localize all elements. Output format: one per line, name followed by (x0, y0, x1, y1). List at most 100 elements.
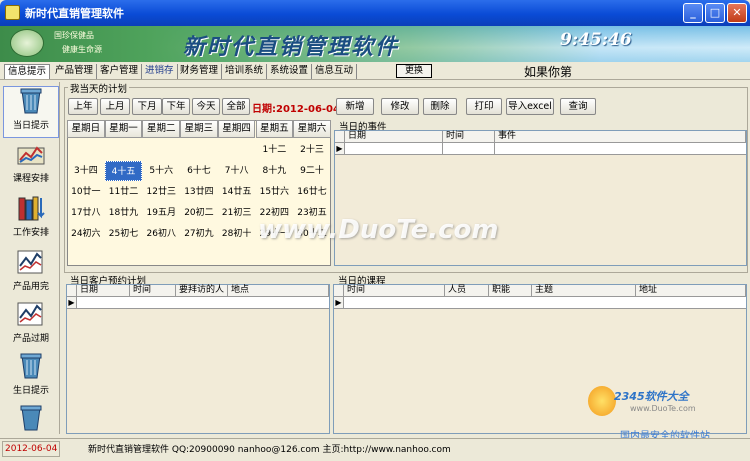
calendar-day-cell[interactable] (67, 140, 105, 160)
calendar-day-cell[interactable]: 18廿九 (105, 203, 143, 223)
calendar-day-cell[interactable] (218, 140, 256, 160)
calendar-day-cell[interactable]: 19五月 (142, 203, 180, 223)
prev-year-button[interactable]: 上年 (68, 98, 98, 115)
calendar-day-cell[interactable] (180, 140, 218, 160)
events-cell[interactable] (345, 143, 443, 155)
calendar-day-cell[interactable]: 25初七 (105, 224, 143, 244)
add-button[interactable]: 新增 (336, 98, 374, 115)
calendar-day-cell[interactable]: 20初二 (180, 203, 218, 223)
courses-col-staff[interactable]: 人员 (445, 285, 489, 297)
calendar-weekday-header: 星期五 (255, 120, 294, 138)
calendar-day-cell[interactable]: 27初九 (180, 224, 218, 244)
calendar-weekday-header: 星期二 (142, 120, 181, 138)
watermark-mascot-icon (588, 386, 616, 416)
courses-col-time[interactable]: 时间 (344, 285, 445, 297)
appt-col-time[interactable]: 时间 (130, 285, 176, 297)
edit-button[interactable]: 修改 (381, 98, 419, 115)
watermark-text: www.DuoTe.com (258, 215, 499, 245)
events-col-event[interactable]: 事件 (495, 131, 746, 143)
calendar-day-cell[interactable]: 7十八 (218, 161, 256, 181)
appt-col-date[interactable]: 日期 (77, 285, 130, 297)
calendar-day-cell[interactable]: 3十四 (67, 161, 105, 181)
calendar-day-cell[interactable]: 16廿七 (293, 182, 331, 202)
courses-col-topic[interactable]: 主题 (532, 285, 636, 297)
today-button[interactable]: 今天 (192, 98, 220, 115)
calendar-day-cell[interactable]: 13廿四 (180, 182, 218, 202)
prev-month-button[interactable]: 上月 (100, 98, 130, 115)
close-button[interactable]: ✕ (727, 3, 747, 23)
events-cell[interactable] (495, 143, 746, 155)
events-col-date[interactable]: 日期 (345, 131, 443, 143)
calendar-day-cell[interactable]: 8十九 (256, 161, 294, 181)
calendar-weekday-header: 星期日 (67, 120, 105, 138)
clipboard-graph-icon (17, 250, 43, 274)
calendar-day-cell[interactable]: 6十七 (180, 161, 218, 181)
sidebar-item-label: 当日提示 (12, 121, 49, 131)
tab-settings[interactable]: 系统设置 (267, 64, 313, 79)
sidebar-item-work[interactable]: 工作安排 (3, 194, 59, 246)
tab-interaction[interactable]: 信息互动 (312, 64, 358, 79)
minimize-button[interactable]: _ (683, 3, 703, 23)
calendar-day-cell[interactable]: 11廿二 (105, 182, 143, 202)
sidebar-item-label: 产品过期 (12, 334, 49, 344)
watermark-brand-url: www.DuoTe.com (630, 404, 696, 413)
maximize-button[interactable]: □ (705, 3, 725, 23)
calendar-day-cell[interactable]: 10廿一 (67, 182, 105, 202)
query-button[interactable]: 查询 (560, 98, 596, 115)
tab-training[interactable]: 培训系统 (222, 64, 268, 79)
calendar-day-cell[interactable]: 4十五 (104, 161, 143, 181)
tab-customers[interactable]: 客户管理 (97, 64, 143, 79)
calendar-day-cell[interactable] (105, 140, 143, 160)
clock: 9:45:46 (560, 30, 632, 50)
sidebar-item-birthday[interactable]: 生日提示 (3, 352, 59, 404)
all-button[interactable]: 全部 (222, 98, 250, 115)
appt-col-location[interactable]: 地点 (228, 285, 329, 297)
calendar-day-cell[interactable]: 2十三 (293, 140, 331, 160)
calendar-day-cell[interactable]: 5十六 (142, 161, 180, 181)
sidebar-item-product-used[interactable]: 产品用完 (3, 248, 59, 300)
change-button[interactable]: 更换 (396, 64, 432, 78)
plan-group-label: 我当天的计划 (68, 81, 130, 95)
events-cell[interactable] (443, 143, 495, 155)
calendar-day-cell[interactable]: 1十二 (256, 140, 294, 160)
calendar-day-cell[interactable] (142, 140, 180, 160)
row-indicator (67, 285, 77, 297)
import-excel-button[interactable]: 导入excel (506, 98, 554, 115)
tab-inventory[interactable]: 进销存 (142, 64, 178, 79)
tab-products[interactable]: 产品管理 (52, 64, 98, 79)
appt-col-visitee[interactable]: 要拜访的人 (176, 285, 228, 297)
calendar-weekday-header: 星期三 (180, 120, 218, 138)
tab-info[interactable]: 信息提示 (4, 64, 51, 79)
sidebar-item-courses[interactable]: 课程安排 (3, 140, 59, 192)
calendar-day-cell[interactable]: 21初三 (218, 203, 256, 223)
trash-can-icon (20, 353, 42, 379)
calendar-day-cell[interactable]: 24初六 (67, 224, 105, 244)
appt-row[interactable] (77, 297, 329, 309)
calendar-weekday-header: 星期四 (217, 120, 256, 138)
courses-col-role[interactable]: 职能 (489, 285, 532, 297)
calendar-day-cell[interactable]: 26初八 (142, 224, 180, 244)
courses-row[interactable] (344, 297, 746, 309)
calendar-weekday-header: 星期一 (104, 120, 143, 138)
sidebar-item-label: 产品用完 (12, 282, 49, 292)
calendar-day-cell[interactable]: 12廿三 (142, 182, 180, 202)
tab-finance[interactable]: 财务管理 (177, 64, 223, 79)
banner-title: 新时代直销管理软件 (183, 34, 400, 60)
row-pointer-icon: ▶ (334, 297, 344, 309)
row-indicator (334, 285, 344, 297)
print-button[interactable]: 打印 (466, 98, 502, 115)
delete-button[interactable]: 删除 (423, 98, 457, 115)
next-year-button[interactable]: 下年 (162, 98, 190, 115)
status-date: 2012-06-04 (2, 441, 60, 457)
sidebar-item-product-expired[interactable]: 产品过期 (3, 300, 59, 352)
calendar-day-cell[interactable]: 15廿六 (256, 182, 294, 202)
calendar-day-cell[interactable]: 9二十 (293, 161, 331, 181)
sidebar-item-more[interactable] (3, 404, 59, 434)
calendar-day-cell[interactable]: 17廿八 (67, 203, 105, 223)
calendar-day-cell[interactable]: 14廿五 (218, 182, 256, 202)
courses-col-address[interactable]: 地址 (636, 285, 746, 297)
next-month-button[interactable]: 下月 (132, 98, 162, 115)
sidebar-item-today[interactable]: 当日提示 (3, 86, 59, 138)
events-col-time[interactable]: 时间 (443, 131, 495, 143)
calendar-day-cell[interactable]: 28初十 (218, 224, 256, 244)
